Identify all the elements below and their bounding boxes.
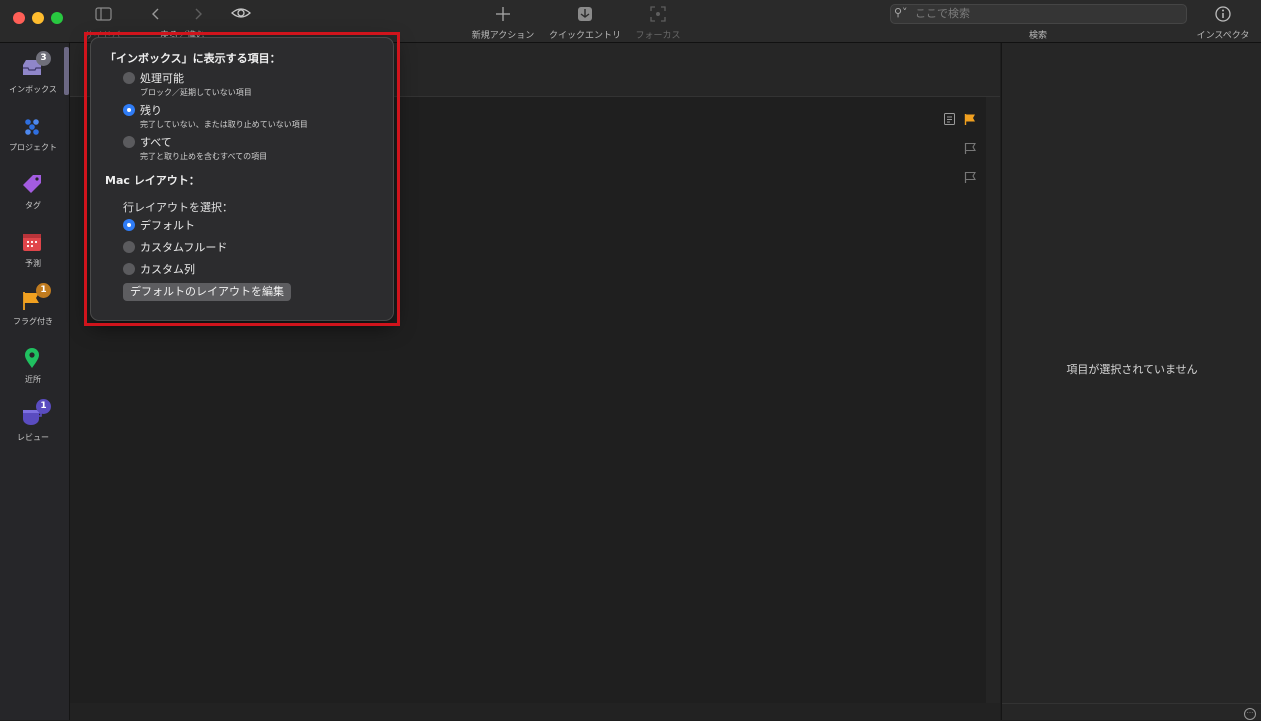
back-chevron-icon[interactable]: [150, 7, 160, 21]
option-description: 完了していない、または取り止めていない項目: [140, 120, 308, 129]
layout-option-label[interactable]: カスタムフルード: [140, 239, 227, 255]
inbox-count-badge: 3: [36, 51, 51, 66]
sidebar-item-label: プロジェクト: [9, 143, 57, 152]
option-description: ブロック／延期していない項目: [140, 88, 252, 97]
outline-footer: [70, 703, 1000, 720]
layout-option-label[interactable]: デフォルト: [140, 217, 195, 233]
radio-all[interactable]: [123, 136, 135, 148]
flag-off-icon[interactable]: [964, 142, 976, 154]
sidebar-item-tags[interactable]: タグ: [0, 167, 66, 221]
radio-available[interactable]: [123, 72, 135, 84]
table-row[interactable]: [944, 113, 984, 127]
layout-option-label[interactable]: カスタム列: [140, 261, 195, 277]
sidebar-item-review[interactable]: 1 レビュー: [0, 399, 66, 453]
inspector-footer: ···: [1002, 703, 1261, 721]
new-action-plus-icon[interactable]: [495, 6, 511, 22]
search-input[interactable]: [915, 6, 1175, 20]
zoom-window-button[interactable]: [51, 12, 63, 24]
inspector-panel: 項目が選択されていません ···: [1001, 43, 1261, 720]
new-action-label: 新規アクション: [471, 31, 535, 41]
sidebar-item-forecast[interactable]: 予測: [0, 225, 66, 279]
tag-icon: [23, 175, 41, 193]
perspective-view-eye-icon[interactable]: [231, 6, 251, 20]
popover-title: 「インボックス」に表示する項目：: [105, 52, 281, 65]
sidebar-item-nearby[interactable]: 近所: [0, 341, 66, 395]
forecast-icon: [23, 234, 41, 251]
edit-default-layout-button[interactable]: デフォルトのレイアウトを編集: [123, 283, 291, 301]
more-options-icon[interactable]: ···: [1244, 708, 1256, 720]
option-label[interactable]: 残り: [140, 102, 162, 118]
minimize-window-button[interactable]: [32, 12, 44, 24]
sidebar-item-label: フラグ付き: [13, 317, 53, 326]
option-description: 完了と取り止めを含むすべての項目: [140, 152, 268, 161]
quick-entry-label: クイックエントリ: [548, 31, 621, 41]
radio-remaining[interactable]: [123, 104, 135, 116]
sidebar-item-label: 予測: [25, 259, 41, 268]
sidebar-item-label: インボックス: [9, 85, 57, 94]
table-row[interactable]: [944, 171, 984, 185]
flag-on-icon[interactable]: [964, 113, 976, 125]
mac-layout-heading: Mac レイアウト：: [105, 174, 200, 187]
table-row[interactable]: [944, 142, 984, 156]
selected-indicator: [64, 47, 69, 95]
sidebar-toggle-icon[interactable]: [95, 7, 112, 21]
option-label[interactable]: 処理可能: [140, 70, 184, 86]
forward-chevron-icon[interactable]: [194, 7, 204, 21]
row-layout-heading: 行レイアウトを選択：: [123, 201, 233, 214]
focus-icon[interactable]: [650, 6, 666, 22]
focus-label: フォーカス: [635, 31, 681, 41]
radio-layout-default[interactable]: [123, 219, 135, 231]
projects-icon: [25, 119, 39, 135]
quick-entry-tray-icon[interactable]: [577, 6, 593, 22]
outline-scrollbar[interactable]: [986, 97, 1000, 705]
option-label[interactable]: すべて: [140, 134, 172, 150]
search-icon: ⚲˅: [894, 6, 908, 19]
sidebar-item-flagged[interactable]: 1 フラグ付き: [0, 283, 66, 337]
note-icon: [944, 113, 955, 125]
sidebar-item-projects[interactable]: プロジェクト: [0, 109, 66, 163]
perspectives-sidebar: 3 インボックス プロジェクト タグ 予測 1 フラグ付き 近所 1 レビュー: [0, 43, 70, 720]
nearby-pin-icon: [25, 348, 39, 368]
inspector-label: インスペクタ: [1196, 31, 1250, 41]
radio-layout-custom-fluid[interactable]: [123, 241, 135, 253]
view-options-popover: 「インボックス」に表示する項目： 処理可能 ブロック／延期していない項目 残り …: [90, 37, 394, 321]
search-field[interactable]: ⚲˅: [890, 4, 1187, 24]
radio-layout-custom-columns[interactable]: [123, 263, 135, 275]
review-count-badge: 1: [36, 399, 51, 414]
sidebar-item-label: 近所: [25, 375, 41, 384]
sidebar-item-label: タグ: [25, 201, 41, 210]
flag-off-icon[interactable]: [964, 171, 976, 183]
sidebar-item-inbox[interactable]: 3 インボックス: [0, 51, 66, 105]
close-window-button[interactable]: [13, 12, 25, 24]
search-label: 検索: [1028, 31, 1047, 41]
no-selection-message: 項目が選択されていません: [1066, 363, 1198, 376]
inspector-info-icon[interactable]: [1215, 6, 1231, 22]
sidebar-item-label: レビュー: [17, 433, 49, 442]
flagged-count-badge: 1: [36, 283, 51, 298]
